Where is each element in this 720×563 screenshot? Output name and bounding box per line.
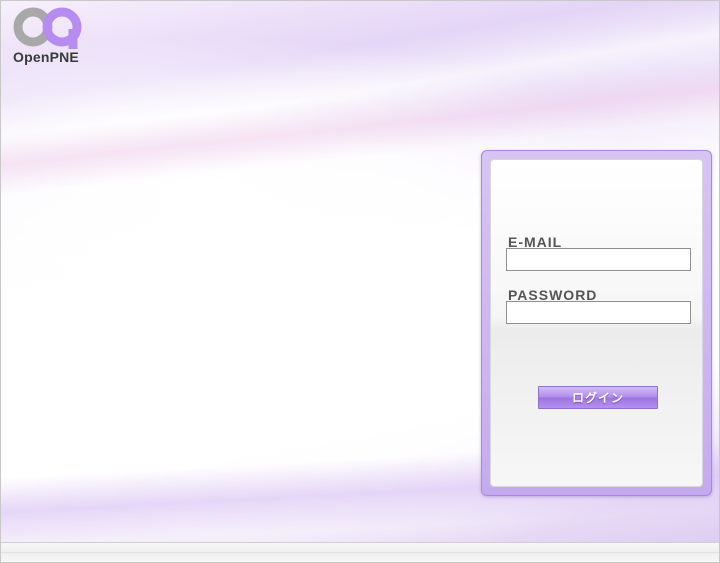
footer-divider	[1, 552, 719, 553]
page-background: OpenPNE E-MAIL PASSWORD ログイン	[0, 0, 720, 563]
email-field[interactable]	[506, 248, 691, 271]
openpne-logo: OpenPNE	[11, 7, 91, 67]
login-panel: E-MAIL PASSWORD ログイン	[481, 150, 712, 496]
login-form: E-MAIL PASSWORD ログイン	[490, 159, 703, 487]
brand-name: OpenPNE	[13, 49, 79, 65]
openpne-logo-icon	[13, 7, 82, 49]
login-button[interactable]: ログイン	[538, 386, 658, 409]
footer-bar	[1, 542, 719, 562]
password-field[interactable]	[506, 301, 691, 324]
